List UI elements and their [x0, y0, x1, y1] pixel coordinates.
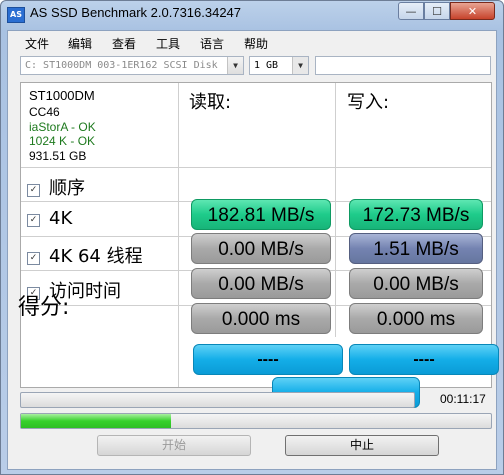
menu-help[interactable]: 帮助: [244, 35, 268, 52]
score-label: 得分:: [18, 295, 70, 320]
menu-view[interactable]: 查看: [112, 35, 136, 52]
client-area: 文件 编辑 查看 工具 语言 帮助 C: ST1000DM 003-1ER162…: [7, 30, 499, 470]
disk-select-value: C: ST1000DM 003-1ER162 SCSI Disk: [25, 60, 218, 71]
menu-language[interactable]: 语言: [200, 35, 224, 52]
driver-status: iaStorA - OK: [29, 119, 96, 134]
row-divider: [21, 167, 491, 168]
drive-capacity: 931.51 GB: [29, 148, 87, 163]
current-progress-bar: [20, 413, 492, 429]
row-label-seq[interactable]: ✓ 顺序: [27, 174, 85, 200]
chevron-down-icon[interactable]: ▼: [292, 57, 308, 74]
menu-edit[interactable]: 编辑: [68, 35, 92, 52]
column-divider: [335, 83, 336, 337]
seq-write-result: 172.73 MB/s: [349, 199, 483, 230]
main-window: AS AS SSD Benchmark 2.0.7316.34247 — ☐ ✕…: [0, 0, 504, 475]
drive-name: ST1000DM: [29, 88, 95, 103]
alignment-status: 1024 K - OK: [29, 134, 96, 148]
start-button[interactable]: 开始: [97, 435, 251, 456]
row-label-4k-text: 4K: [49, 208, 73, 229]
maximize-button[interactable]: ☐: [424, 2, 450, 20]
toolbar: C: ST1000DM 003-1ER162 SCSI Disk ▼ 1 GB …: [8, 53, 496, 79]
stop-button[interactable]: 中止: [285, 435, 439, 456]
row-label-4k64-text: 4K 64 线程: [49, 246, 143, 267]
score-read: ----: [193, 344, 343, 375]
4k64-read-result: 0.00 MB/s: [191, 268, 331, 299]
read-column-header: 读取:: [189, 92, 232, 113]
menu-tools[interactable]: 工具: [156, 35, 180, 52]
current-progress-fill: [21, 414, 172, 428]
disk-select[interactable]: C: ST1000DM 003-1ER162 SCSI Disk ▼: [20, 56, 244, 75]
checkbox-seq[interactable]: ✓: [27, 184, 40, 197]
4k64-write-result: 0.00 MB/s: [349, 268, 483, 299]
size-select[interactable]: 1 GB ▼: [249, 56, 309, 75]
drive-info: ST1000DM CC46 iaStorA - OK 1024 K - OK 9…: [29, 87, 96, 163]
size-select-value: 1 GB: [254, 60, 279, 71]
menu-bar: 文件 编辑 查看 工具 语言 帮助: [8, 31, 496, 53]
menu-file[interactable]: 文件: [25, 35, 49, 52]
4k-read-result: 0.00 MB/s: [191, 233, 331, 264]
access-read-result: 0.000 ms: [191, 303, 331, 334]
4k-write-result: 1.51 MB/s: [349, 233, 483, 264]
results-grid: ST1000DM CC46 iaStorA - OK 1024 K - OK 9…: [20, 82, 499, 408]
extra-input[interactable]: [315, 56, 491, 75]
checkbox-4k[interactable]: ✓: [27, 214, 40, 227]
overall-progress-bar: [20, 392, 415, 408]
write-column-header: 写入:: [347, 92, 390, 113]
title-bar[interactable]: AS AS SSD Benchmark 2.0.7316.34247 — ☐ ✕: [1, 1, 503, 27]
seq-read-result: 182.81 MB/s: [191, 199, 331, 230]
close-button[interactable]: ✕: [450, 2, 495, 20]
app-icon: AS: [7, 7, 25, 23]
window-title: AS SSD Benchmark 2.0.7316.34247: [30, 5, 242, 20]
score-write: ----: [349, 344, 499, 375]
access-write-result: 0.000 ms: [349, 303, 483, 334]
column-divider: [178, 83, 179, 387]
elapsed-time: 00:11:17: [440, 392, 486, 406]
checkbox-4k64[interactable]: ✓: [27, 252, 40, 265]
drive-firmware: CC46: [29, 105, 60, 119]
row-label-4k[interactable]: ✓ 4K: [27, 208, 72, 229]
chevron-down-icon[interactable]: ▼: [227, 57, 243, 74]
row-label-4k64[interactable]: ✓ 4K 64 线程: [27, 242, 143, 268]
row-label-seq-text: 顺序: [49, 178, 85, 199]
minimize-button[interactable]: —: [398, 2, 424, 20]
